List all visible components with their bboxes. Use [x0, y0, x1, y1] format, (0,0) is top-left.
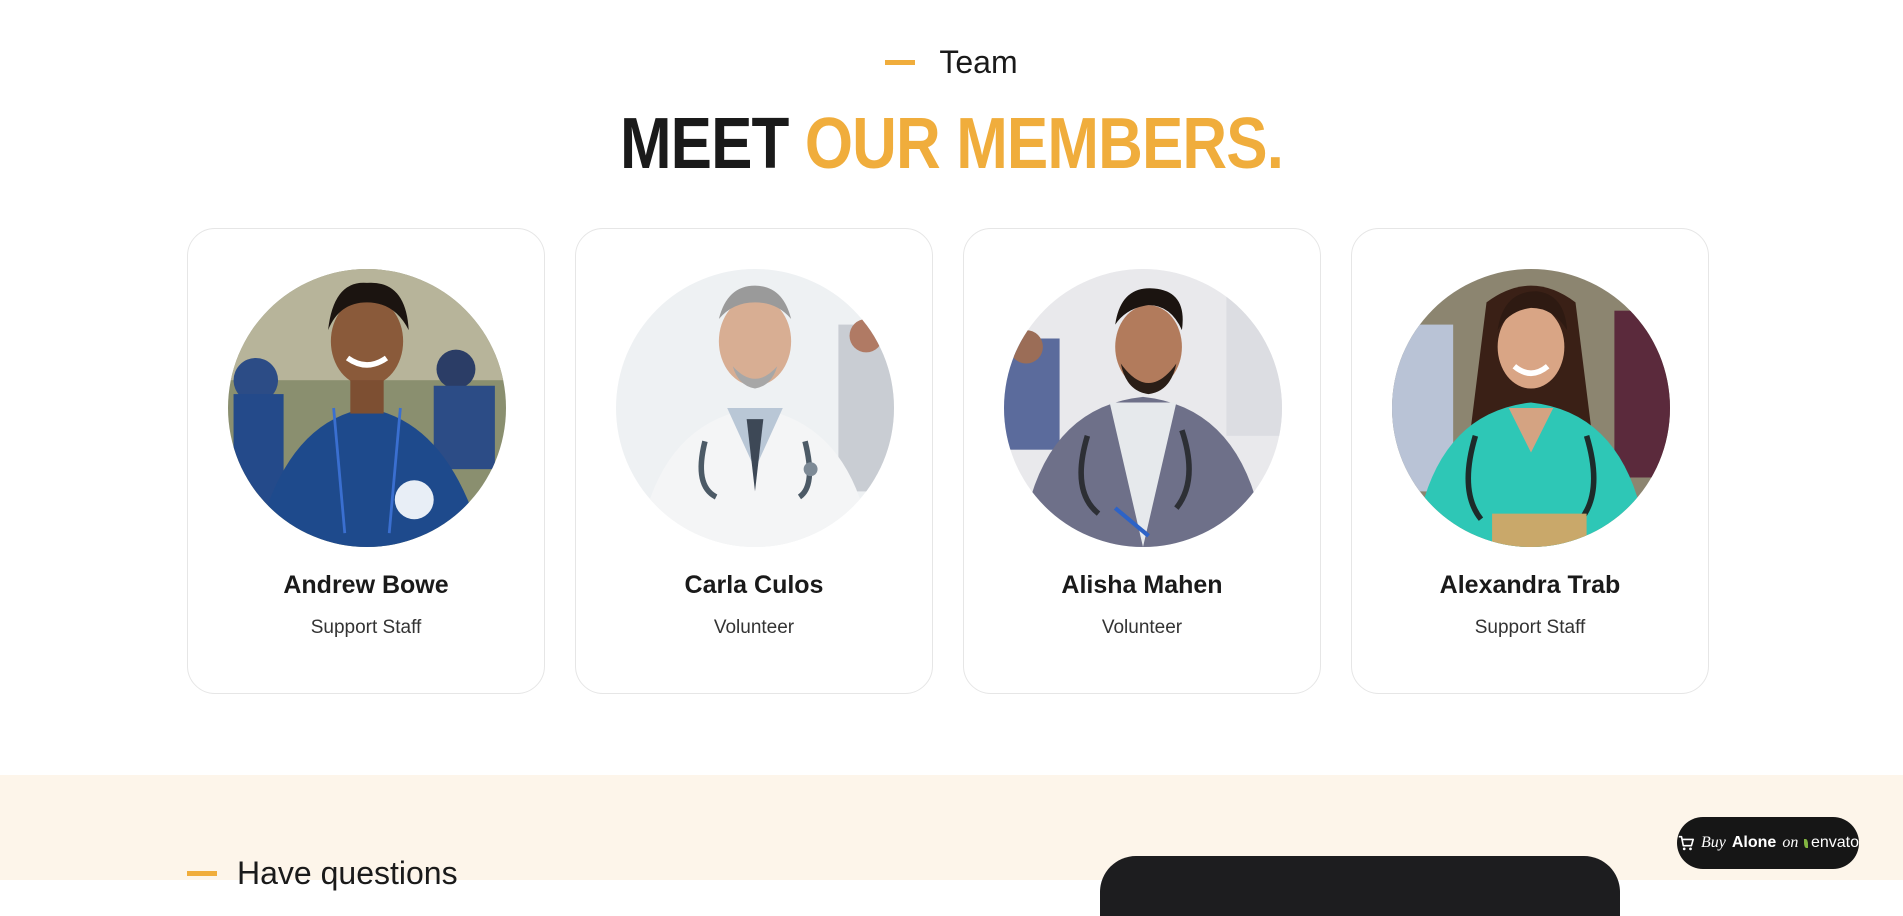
member-card[interactable]: Andrew Bowe Support Staff	[187, 228, 545, 694]
buy-label: Buy	[1701, 834, 1726, 851]
member-role: Volunteer	[713, 617, 795, 638]
heading-accent-part: OUR MEMBERS.	[804, 104, 1284, 184]
team-eyebrow-label: Team	[939, 44, 1018, 80]
faq-section: Have questions	[0, 775, 1903, 916]
member-name[interactable]: Alisha Mahen	[964, 571, 1320, 600]
member-card[interactable]: Carla Culos Volunteer	[575, 228, 933, 694]
eyebrow-dash	[187, 871, 217, 876]
faq-eyebrow-label: Have questions	[237, 855, 458, 891]
member-role: Volunteer	[1101, 617, 1183, 638]
envato-leaf-icon	[1804, 838, 1808, 848]
faq-eyebrow: Have questions	[187, 855, 458, 892]
eyebrow-dash	[885, 60, 916, 65]
product-label: Alone	[1731, 834, 1777, 851]
marketplace-label: envato	[1810, 834, 1859, 851]
member-photo-alisha	[1004, 269, 1282, 547]
on-label: on	[1782, 834, 1799, 851]
team-section: Team MEET OUR MEMBERS. Andrew Bowe Suppo…	[0, 0, 1903, 775]
member-photo-carla	[616, 269, 894, 547]
buy-on-envato-button[interactable]: Buy Alone on envato	[1677, 817, 1859, 869]
member-card[interactable]: Alexandra Trab Support Staff	[1351, 228, 1709, 694]
faq-image	[1100, 856, 1620, 916]
team-eyebrow: Team	[0, 44, 1903, 81]
member-name[interactable]: Andrew Bowe	[188, 571, 544, 600]
member-name[interactable]: Carla Culos	[576, 571, 932, 600]
member-photo-alexandra	[1392, 269, 1670, 547]
member-photo-andrew	[228, 269, 506, 547]
cart-icon	[1677, 834, 1695, 852]
member-card[interactable]: Alisha Mahen Volunteer	[963, 228, 1321, 694]
member-role: Support Staff	[310, 617, 422, 638]
heading-dark-part: MEET	[619, 104, 805, 184]
member-name[interactable]: Alexandra Trab	[1352, 571, 1708, 600]
team-heading: MEET OUR MEMBERS.	[133, 104, 1770, 184]
member-role: Support Staff	[1474, 617, 1586, 638]
member-cards: Andrew Bowe Support Staff Carla Culos Vo…	[187, 228, 1709, 694]
